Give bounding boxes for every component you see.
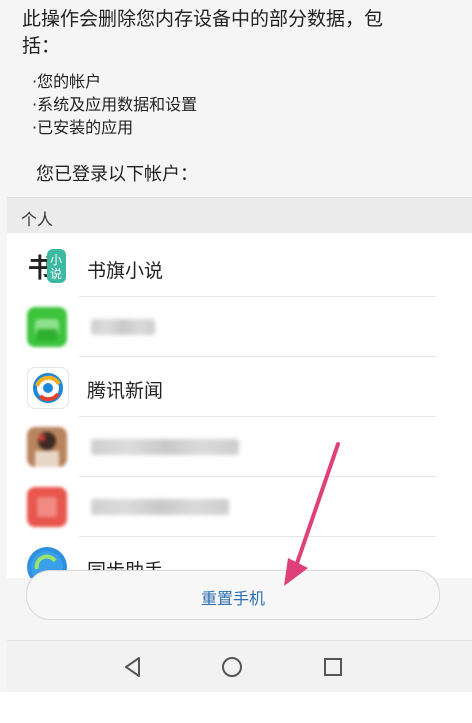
data-loss-list: ·您的帐户 ·系统及应用数据和设置 ·已安装的应用 <box>32 70 197 139</box>
annotation-arrow-icon <box>284 442 340 586</box>
image-border <box>0 692 472 723</box>
account-row: 腾讯新闻 <box>7 357 472 417</box>
navigation-bar <box>7 640 472 693</box>
data-loss-item: ·系统及应用数据和设置 <box>32 95 198 114</box>
section-header-personal: 个人 <box>7 197 472 234</box>
home-icon[interactable] <box>220 655 244 679</box>
account-name: 腾讯新闻 <box>87 380 164 402</box>
reset-phone-button[interactable]: 重置手机 <box>26 570 440 620</box>
wechat-icon <box>27 307 67 347</box>
account-row <box>7 417 472 477</box>
user-avatar-icon <box>27 427 67 467</box>
blurred-account-name <box>91 439 239 455</box>
warning-line-1: 此操作会删除您内存设备中的部分数据，包 <box>22 8 384 30</box>
blurred-account-name <box>91 319 155 335</box>
warning-text: 此操作会删除您内存设备中的部分数据，包 括： <box>22 6 462 60</box>
logged-in-label: 您已登录以下帐户： <box>36 164 198 185</box>
shuqi-logo-glyph: 小 <box>50 253 62 267</box>
data-loss-item: ·已安装的应用 <box>32 118 134 137</box>
account-row: 书 小 说 书旗小说 <box>7 237 472 297</box>
blurred-account-name <box>91 499 229 515</box>
shuqi-novel-icon: 书 小 说 <box>27 247 67 287</box>
data-loss-item: ·您的帐户 <box>32 72 102 91</box>
tencent-news-icon <box>27 367 69 409</box>
red-app-icon <box>27 487 67 527</box>
section-title: 个人 <box>21 210 54 229</box>
account-list[interactable]: 书 小 说 书旗小说 腾讯新闻 同步助手 <box>7 233 472 578</box>
shuqi-logo-glyph: 说 <box>50 266 62 281</box>
account-row <box>7 477 472 537</box>
warning-line-2: 括： <box>22 35 61 57</box>
back-icon[interactable] <box>121 655 145 679</box>
recents-icon[interactable] <box>321 655 345 679</box>
reset-phone-label: 重置手机 <box>200 589 265 608</box>
reset-phone-screen: 此操作会删除您内存设备中的部分数据，包 括： ·您的帐户 ·系统及应用数据和设置… <box>0 0 472 723</box>
account-row <box>7 297 472 357</box>
account-name: 书旗小说 <box>87 260 164 282</box>
